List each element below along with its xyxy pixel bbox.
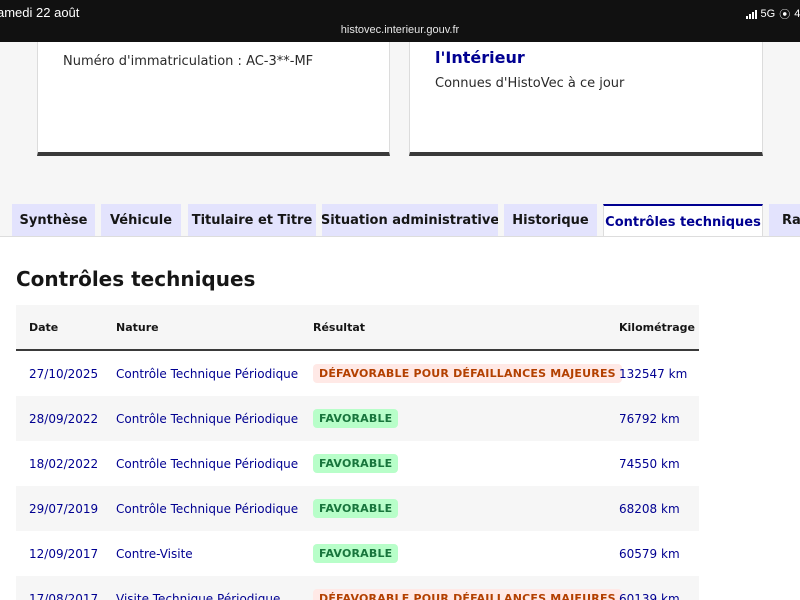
ministry-card: l'Intérieur Connues d'HistoVec à ce jour xyxy=(409,42,763,156)
column-header-mileage: Kilométrage xyxy=(619,320,695,334)
row-nature: Contrôle Technique Périodique xyxy=(116,501,299,516)
technical-inspections-table: Date Nature Résultat Kilométrage 27/10/2… xyxy=(16,305,699,600)
row-date: 29/07/2019 xyxy=(29,501,99,516)
row-mileage: 60579 km xyxy=(619,546,680,561)
tab-controles-techniques[interactable]: Contrôles techniques xyxy=(603,204,763,238)
table-row: 29/07/2019 Contrôle Technique Périodique… xyxy=(16,486,699,531)
row-nature: Contrôle Technique Périodique xyxy=(116,456,299,471)
table-header: Date Nature Résultat Kilométrage xyxy=(16,305,699,351)
status-badge: FAVORABLE xyxy=(313,454,399,473)
row-result: FAVORABLE xyxy=(313,396,399,441)
row-date: 17/08/2017 xyxy=(29,591,99,600)
column-header-nature: Nature xyxy=(116,320,159,334)
cellular-signal-icon xyxy=(745,9,757,19)
status-badge: FAVORABLE xyxy=(313,409,399,428)
known-info-text: Connues d'HistoVec à ce jour xyxy=(435,76,625,91)
row-mileage: 60139 km xyxy=(619,591,680,600)
status-badge: DÉFAVORABLE POUR DÉFAILLANCES MAJEURES xyxy=(313,364,622,383)
tab-rapport[interactable]: Rap xyxy=(769,204,800,237)
table-row: 17/08/2017 Visite Technique Périodique D… xyxy=(16,576,699,600)
row-result: DÉFAVORABLE POUR DÉFAILLANCES MAJEURES xyxy=(313,576,622,600)
row-nature: Visite Technique Périodique xyxy=(116,591,281,600)
status-badge: DÉFAVORABLE POUR DÉFAILLANCES MAJEURES xyxy=(313,589,622,600)
url-bar[interactable]: histovec.interieur.gouv.fr xyxy=(0,24,800,36)
battery-level: 4( xyxy=(794,8,800,20)
status-indicators: 5G ⦿ 4( xyxy=(745,6,800,22)
row-date: 28/09/2022 xyxy=(29,411,99,426)
browser-status-bar: amedi 22 août histovec.interieur.gouv.fr… xyxy=(0,0,800,42)
column-header-date: Date xyxy=(29,320,59,334)
row-mileage: 76792 km xyxy=(619,411,680,426)
status-date: amedi 22 août xyxy=(0,5,80,20)
row-mileage: 132547 km xyxy=(619,366,688,381)
page: Numéro d'immatriculation : AC-3**-MF l'I… xyxy=(0,42,800,600)
row-result: FAVORABLE xyxy=(313,441,399,486)
row-mileage: 74550 km xyxy=(619,456,680,471)
row-mileage: 68208 km xyxy=(619,501,680,516)
status-badge: FAVORABLE xyxy=(313,499,399,518)
table-row: 12/09/2017 Contre-Visite FAVORABLE 60579… xyxy=(16,531,699,576)
registration-number: Numéro d'immatriculation : AC-3**-MF xyxy=(63,54,314,69)
tab-list: Synthèse Véhicule Titulaire et Titre Sit… xyxy=(0,204,800,238)
row-nature: Contre-Visite xyxy=(116,546,193,561)
orientation-lock-icon: ⦿ xyxy=(779,9,791,21)
network-type: 5G xyxy=(760,8,776,20)
tab-synthese[interactable]: Synthèse xyxy=(12,204,95,237)
row-result: DÉFAVORABLE POUR DÉFAILLANCES MAJEURES xyxy=(313,351,622,396)
row-date: 18/02/2022 xyxy=(29,456,99,471)
tab-vehicule[interactable]: Véhicule xyxy=(101,204,181,237)
tab-historique[interactable]: Historique xyxy=(504,204,597,237)
row-date: 12/09/2017 xyxy=(29,546,99,561)
tab-panel: Contrôles techniques Date Nature Résulta… xyxy=(0,236,800,600)
tab-titulaire-et-titre[interactable]: Titulaire et Titre xyxy=(188,204,316,237)
ministry-name: l'Intérieur xyxy=(435,48,525,67)
vehicle-card: Numéro d'immatriculation : AC-3**-MF xyxy=(37,42,390,156)
row-date: 27/10/2025 xyxy=(29,366,99,381)
tab-situation-administrative[interactable]: Situation administrative xyxy=(322,204,498,237)
row-result: FAVORABLE xyxy=(313,531,399,576)
row-nature: Contrôle Technique Périodique xyxy=(116,366,299,381)
table-row: 27/10/2025 Contrôle Technique Périodique… xyxy=(16,351,699,396)
table-row: 28/09/2022 Contrôle Technique Périodique… xyxy=(16,396,699,441)
row-result: FAVORABLE xyxy=(313,486,399,531)
table-row: 18/02/2022 Contrôle Technique Périodique… xyxy=(16,441,699,486)
panel-title: Contrôles techniques xyxy=(16,267,256,291)
row-nature: Contrôle Technique Périodique xyxy=(116,411,299,426)
column-header-result: Résultat xyxy=(313,320,366,334)
status-badge: FAVORABLE xyxy=(313,544,399,563)
